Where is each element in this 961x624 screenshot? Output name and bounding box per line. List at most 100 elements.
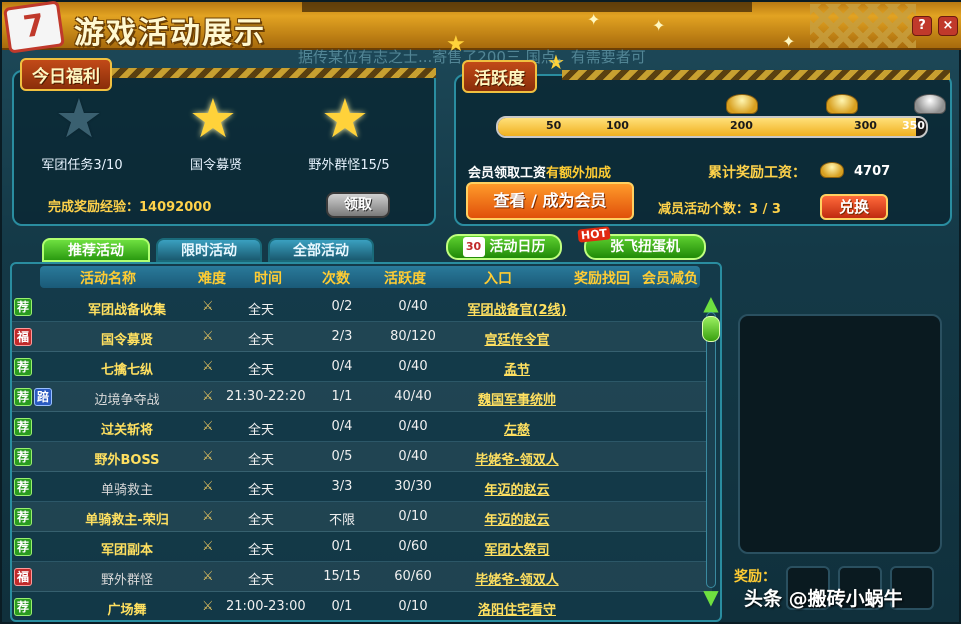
difficulty-sword-icon: ⚔ bbox=[202, 389, 214, 404]
activity-time: 全天 bbox=[247, 363, 274, 378]
activity-name: 军团战备收集 bbox=[87, 303, 166, 318]
game-window: 7 游戏活动展示 ? × ✦ ✦ ✦ ★ ★ 据传某位有志之士...寄售了200… bbox=[0, 0, 961, 624]
activity-points: 80/120 bbox=[390, 329, 436, 344]
star-icon: ★ bbox=[188, 87, 238, 150]
activity-tag: 活跃度 bbox=[462, 60, 537, 93]
activity-count: 0/5 bbox=[331, 449, 353, 464]
table-row[interactable]: 荐 广场舞 ⚔ 21:00-23:00 0/1 0/10 洛阳住宅看守 bbox=[12, 592, 712, 620]
activity-calendar-button[interactable]: 30 活动日历 bbox=[446, 234, 562, 260]
table-row[interactable]: 荐踣 边境争夺战 ⚔ 21:30-22:20 1/1 40/40 魏国军事统帅 bbox=[12, 382, 712, 412]
close-button[interactable]: × bbox=[938, 16, 958, 36]
column-header: 会员减负 bbox=[642, 271, 698, 287]
exchange-button[interactable]: 兑换 bbox=[820, 194, 888, 220]
scrollbar-track[interactable] bbox=[706, 312, 716, 588]
activity-badge: 荐 bbox=[14, 388, 32, 406]
activity-time: 全天 bbox=[247, 303, 274, 318]
tab-all[interactable]: 全部活动 bbox=[268, 238, 374, 262]
reduce-count-label: 减员活动个数：3 / 3 bbox=[658, 202, 781, 217]
activity-count: 3/3 bbox=[331, 479, 353, 494]
activity-points: 0/40 bbox=[398, 299, 428, 314]
activity-name: 广场舞 bbox=[107, 603, 147, 618]
title-decoration bbox=[810, 4, 916, 48]
table-row[interactable]: 荐 野外BOSS ⚔ 全天 0/5 0/40 毕姥爷-领双人 bbox=[12, 442, 712, 472]
activity-entry-link[interactable]: 毕姥爷-领双人 bbox=[442, 449, 592, 468]
activity-entry-link[interactable]: 军团大祭司 bbox=[442, 539, 592, 558]
difficulty-sword-icon: ⚔ bbox=[202, 509, 214, 524]
table-row[interactable]: 福 国令募贤 ⚔ 全天 2/3 80/120 宫廷传令官 bbox=[12, 322, 712, 352]
gacha-button-label: 张飞扭蛋机 bbox=[610, 239, 680, 255]
table-row[interactable]: 荐 单骑救主-荣归 ⚔ 全天 不限 0/10 年迈的赵云 bbox=[12, 502, 712, 532]
column-header: 活跃度 bbox=[384, 271, 426, 287]
table-row[interactable]: 福 野外群怪 ⚔ 全天 15/15 60/60 毕姥爷-领双人 bbox=[12, 562, 712, 592]
activity-entry-link[interactable]: 左慈 bbox=[442, 419, 592, 438]
activity-entry-link[interactable]: 宫廷传令官 bbox=[442, 329, 592, 348]
activity-count: 0/1 bbox=[331, 599, 353, 614]
table-row[interactable]: 荐 单骑救主 ⚔ 全天 3/3 30/30 年迈的赵云 bbox=[12, 472, 712, 502]
difficulty-sword-icon: ⚔ bbox=[202, 299, 214, 314]
activity-count: 0/4 bbox=[331, 419, 353, 434]
table-row[interactable]: 荐 军团副本 ⚔ 全天 0/1 0/60 军团大祭司 bbox=[12, 532, 712, 562]
table-row[interactable]: 荐 军团战备收集 ⚔ 全天 0/2 0/40 军团战备官(2线) bbox=[12, 292, 712, 322]
difficulty-sword-icon: ⚔ bbox=[202, 359, 214, 374]
progress-tick-label: 200 bbox=[730, 119, 753, 132]
salary-label: 累计奖励工资： bbox=[708, 165, 806, 181]
activity-count: 0/4 bbox=[331, 359, 353, 374]
salary-value: 4707 bbox=[854, 164, 891, 179]
activity-points: 0/40 bbox=[398, 359, 428, 374]
column-header: 奖励找回 bbox=[574, 271, 630, 287]
column-header: 活动名称 bbox=[80, 271, 136, 287]
activity-entry-link[interactable]: 毕姥爷-领双人 bbox=[442, 569, 592, 588]
activity-time: 全天 bbox=[247, 483, 274, 498]
activity-count: 15/15 bbox=[323, 569, 361, 584]
sparkle-icon: ✦ bbox=[782, 32, 796, 51]
scrollbar-thumb[interactable] bbox=[702, 316, 720, 342]
activity-badge: 踣 bbox=[34, 388, 52, 406]
welfare-item-label: 军团任务3/10 bbox=[41, 158, 123, 173]
calendar-icon: 30 bbox=[462, 237, 485, 257]
activity-entry-link[interactable]: 孟节 bbox=[442, 359, 592, 378]
activity-points: 0/60 bbox=[398, 539, 428, 554]
activity-name: 野外BOSS bbox=[94, 453, 160, 468]
difficulty-sword-icon: ⚔ bbox=[202, 539, 214, 554]
silver-ingot-icon bbox=[914, 94, 946, 114]
column-header: 次数 bbox=[322, 271, 350, 287]
column-header: 难度 bbox=[198, 271, 226, 287]
tab-recommended[interactable]: 推荐活动 bbox=[42, 238, 150, 262]
activity-time: 全天 bbox=[247, 543, 274, 558]
news-ticker bbox=[302, 2, 752, 12]
progress-tick-label: 300 bbox=[854, 119, 877, 132]
activity-entry-link[interactable]: 年迈的赵云 bbox=[442, 479, 592, 498]
difficulty-sword-icon: ⚔ bbox=[202, 449, 214, 464]
welfare-item-label: 野外群怪15/5 bbox=[308, 158, 390, 173]
activity-name: 野外群怪 bbox=[100, 573, 153, 588]
star-icon: ★ bbox=[320, 87, 370, 150]
calendar-button-label: 活动日历 bbox=[489, 239, 546, 255]
activity-entry-link[interactable]: 洛阳住宅看守 bbox=[442, 599, 592, 618]
become-member-button[interactable]: 查看 / 成为会员 bbox=[466, 182, 634, 220]
activity-time: 21:30-22:20 bbox=[226, 389, 306, 404]
difficulty-sword-icon: ⚔ bbox=[202, 569, 214, 584]
activity-badge: 福 bbox=[14, 568, 32, 586]
activity-time: 全天 bbox=[247, 333, 274, 348]
calendar-logo-icon: 7 bbox=[3, 0, 65, 54]
difficulty-sword-icon: ⚔ bbox=[202, 419, 214, 434]
table-row[interactable]: 荐 过关斩将 ⚔ 全天 0/4 0/40 左慈 bbox=[12, 412, 712, 442]
member-hint-prefix: 会员领取工资 bbox=[468, 166, 547, 181]
activity-badge: 荐 bbox=[14, 448, 32, 466]
table-header: 活动名称 难度 时间 次数 活跃度 入口 奖励找回 会员减负 bbox=[40, 266, 700, 288]
activity-badge: 荐 bbox=[14, 418, 32, 436]
claim-button[interactable]: 领取 bbox=[326, 192, 390, 218]
activity-count: 2/3 bbox=[331, 329, 353, 344]
activity-entry-link[interactable]: 军团战备官(2线) bbox=[442, 299, 592, 318]
tab-limited[interactable]: 限时活动 bbox=[156, 238, 262, 262]
difficulty-sword-icon: ⚔ bbox=[202, 329, 214, 344]
scroll-up-arrow-icon[interactable]: ▲ bbox=[700, 293, 722, 313]
help-button[interactable]: ? bbox=[912, 16, 932, 36]
activity-entry-link[interactable]: 魏国军事统帅 bbox=[442, 389, 592, 408]
activity-count: 0/1 bbox=[331, 539, 353, 554]
table-row[interactable]: 荐 七擒七纵 ⚔ 全天 0/4 0/40 孟节 bbox=[12, 352, 712, 382]
activity-name: 边境争夺战 bbox=[94, 393, 160, 408]
activity-entry-link[interactable]: 年迈的赵云 bbox=[442, 509, 592, 528]
scroll-down-arrow-icon[interactable]: ▼ bbox=[700, 587, 722, 607]
member-hint-suffix: 有额外加成 bbox=[546, 166, 612, 181]
